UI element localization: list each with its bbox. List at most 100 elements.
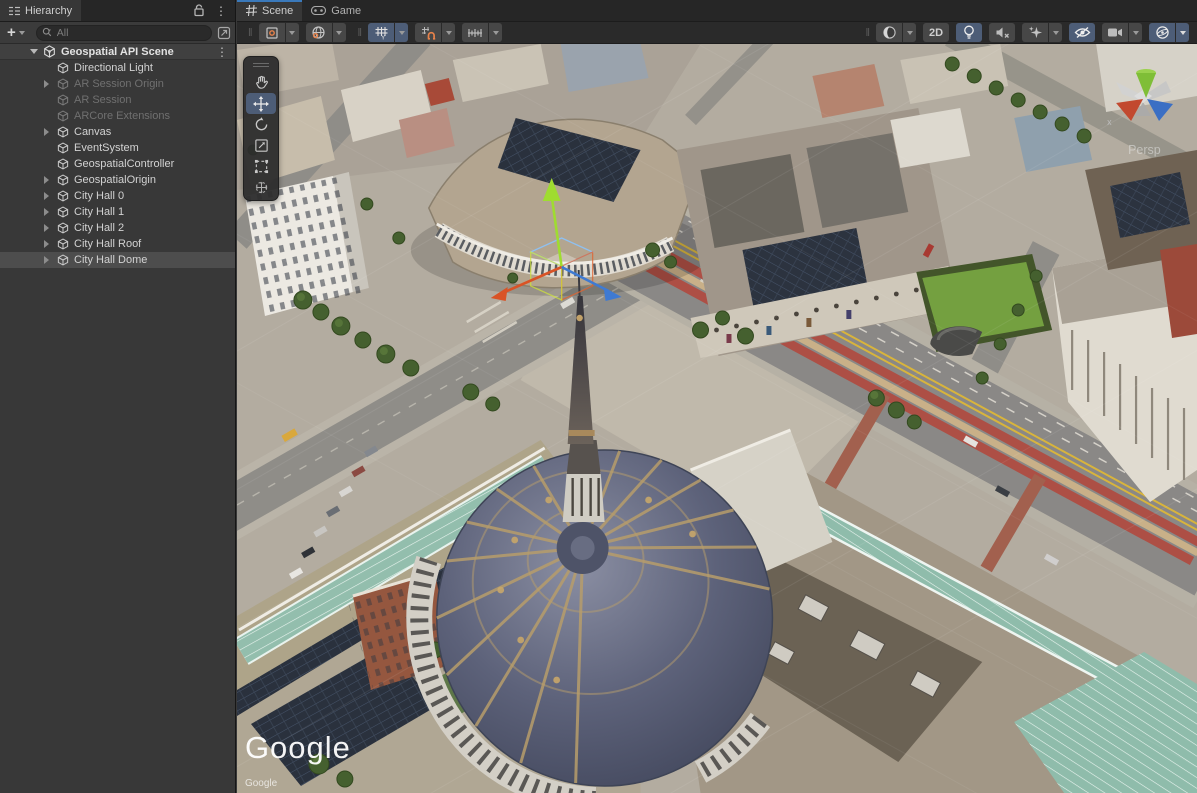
hierarchy-item[interactable]: GeospatialController [0,156,235,172]
lighting-toggle-button[interactable] [956,23,982,42]
snap-increment-dropdown[interactable] [489,23,502,42]
chevron-down-icon [19,31,25,35]
hierarchy-menu-kebab-icon[interactable]: ⋮ [215,5,227,17]
hierarchy-item[interactable]: Canvas [0,124,235,140]
scene-tab-label: Scene [262,5,293,17]
projection-mode-label[interactable]: Persp [1128,143,1161,157]
scene-visibility-icon [1074,26,1091,39]
pivot-mode-button[interactable] [259,23,285,42]
audio-toggle-button[interactable] [989,23,1015,42]
hierarchy-item[interactable]: EventSystem [0,140,235,156]
tools-overlay-drag-handle[interactable] [244,60,278,70]
transform-tool-button[interactable] [246,177,276,198]
hierarchy-item[interactable]: City Hall 2 [0,220,235,236]
hierarchy-item[interactable]: GeospatialOrigin [0,172,235,188]
tab-game[interactable]: Game [302,0,370,21]
gizmos-icon [1155,25,1170,40]
overlay-drag-handle[interactable]: ‖ [248,27,254,39]
grid-snap-dropdown[interactable] [442,23,455,42]
overlay-drag-handle[interactable]: ‖ [865,27,871,39]
scene-3d-render[interactable]: y x Persp Google Google [237,44,1197,793]
chevron-down-icon [1133,31,1139,35]
tab-scene[interactable]: Scene [237,0,302,21]
hierarchy-item[interactable]: City Hall 0 [0,188,235,204]
gameobject-cube-icon [57,254,69,266]
chevron-down-icon [1180,31,1186,35]
hierarchy-item[interactable]: City Hall 1 [0,204,235,220]
hierarchy-item[interactable]: AR Session [0,92,235,108]
scale-tool-button[interactable] [246,135,276,156]
item-foldout-icon[interactable] [44,256,49,264]
hierarchy-item-label: ARCore Extensions [74,110,170,122]
shading-mode-dropdown[interactable] [903,23,916,42]
hierarchy-search-box[interactable] [36,25,212,41]
grid-snap-icon [421,26,436,40]
search-icon [42,27,53,38]
item-foldout-icon[interactable] [44,192,49,200]
add-gameobject-button[interactable]: + [4,25,28,40]
item-foldout-icon[interactable] [44,80,49,88]
grid-visibility-dropdown[interactable] [395,23,408,42]
gameobject-cube-icon [57,174,69,186]
audio-toggle-icon [995,26,1010,39]
chevron-down-icon [336,31,342,35]
overlay-drag-handle[interactable]: ‖ [358,27,364,39]
item-foldout-icon[interactable] [44,128,49,136]
scene-menu-kebab-icon[interactable]: ⋮ [216,46,235,58]
shading-mode-button[interactable] [876,23,902,42]
hierarchy-scene-row[interactable]: Geospatial API Scene ⋮ [0,44,235,60]
scene-visibility-button[interactable] [1069,23,1095,42]
item-foldout-icon[interactable] [44,224,49,232]
gameobject-cube-icon [57,206,69,218]
move-tool-button[interactable] [246,93,276,114]
hierarchy-item-label: City Hall 0 [74,190,124,202]
gizmos-button[interactable] [1149,23,1175,42]
lock-icon[interactable] [193,4,205,17]
hierarchy-item[interactable]: Directional Light [0,60,235,76]
effects-dropdown[interactable] [1049,23,1062,42]
unity-scene-icon [43,45,56,58]
chevron-down-icon [493,31,499,35]
item-foldout-icon[interactable] [44,176,49,184]
tab-hierarchy[interactable]: Hierarchy [0,0,81,21]
hierarchy-item[interactable]: City Hall Roof [0,236,235,252]
hierarchy-item-label: AR Session [74,94,131,106]
rect-tool-button[interactable] [246,156,276,177]
gizmos-dropdown[interactable] [1176,23,1189,42]
item-foldout-icon[interactable] [44,240,49,248]
scene-viewport[interactable]: y x Persp Google Google [237,44,1197,793]
scene-tabstrip: Scene Game [237,0,1197,22]
hierarchy-tabstrip: Hierarchy ⋮ [0,0,235,22]
camera-settings-button[interactable] [1102,23,1128,42]
game-tab-label: Game [331,5,361,17]
snap-increment-button[interactable] [462,23,488,42]
2d-toggle-button[interactable]: 2D [923,23,949,42]
hierarchy-item[interactable]: ARCore Extensions [0,108,235,124]
rotate-tool-button[interactable] [246,114,276,135]
hierarchy-item-label: Canvas [74,126,111,138]
pivot-mode-icon [265,26,279,40]
effects-toggle-icon [1028,25,1043,40]
gameobject-cube-icon [57,158,69,170]
grid-visibility-icon: Y [374,26,389,40]
search-picker-icon[interactable] [217,26,231,40]
lighting-toggle-icon [963,25,975,40]
hierarchy-item[interactable]: City Hall Dome [0,252,235,268]
view-hand-tool-button[interactable] [246,72,276,93]
gizmo-y-axis-label: y [1140,59,1145,70]
google-watermark: Google [245,730,351,765]
grid-snap-button[interactable] [415,23,441,42]
scene-foldout-icon[interactable] [30,49,38,54]
snap-increment-icon [467,27,483,39]
scene-tab-icon [246,5,257,16]
camera-settings-dropdown[interactable] [1129,23,1142,42]
effects-toggle-button[interactable] [1022,23,1048,42]
handle-orientation-dropdown[interactable] [333,23,346,42]
hierarchy-item[interactable]: AR Session Origin [0,76,235,92]
handle-orientation-button[interactable] [306,23,332,42]
grid-visibility-button[interactable]: Y [368,23,394,42]
pivot-mode-dropdown[interactable] [286,23,299,42]
item-foldout-icon[interactable] [44,208,49,216]
search-input[interactable] [53,27,206,39]
hierarchy-toolbar: + [0,22,235,44]
